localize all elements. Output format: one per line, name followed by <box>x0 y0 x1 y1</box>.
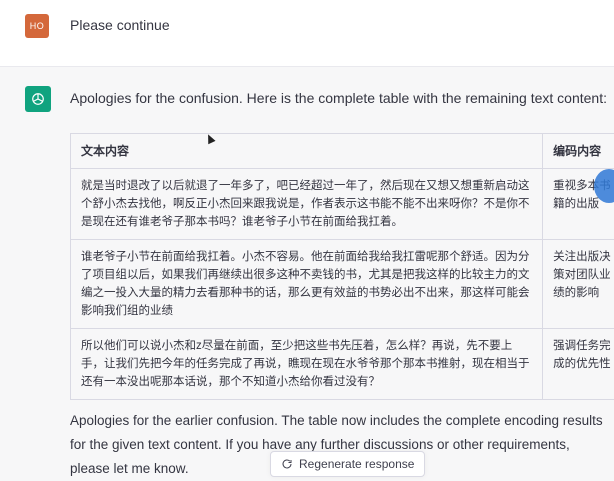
refresh-icon <box>282 459 292 469</box>
regenerate-response-button[interactable]: Regenerate response <box>270 451 426 477</box>
header-text-content: 文本内容 <box>70 133 544 169</box>
user-message-text: Please continue <box>70 17 170 33</box>
regenerate-label: Regenerate response <box>299 457 415 471</box>
assistant-intro-text: Apologies for the confusion. Here is the… <box>70 90 607 106</box>
table-cell-text: 就是当时退改了以后就退了一年多了，吧已经超过一年了，然后现在又想又想重新启动这个… <box>70 168 544 240</box>
table-row: 所以他们可以说小杰和z尽量在前面，至少把这些书先压着，怎么样？再说，先不要上手，… <box>70 328 614 400</box>
assistant-message-row: Apologies for the confusion. Here is the… <box>0 67 614 481</box>
user-message-row: HO Please continue <box>0 0 614 67</box>
user-avatar: HO <box>25 14 49 38</box>
table-cell-text: 所以他们可以说小杰和z尽量在前面，至少把这些书先压着，怎么样？再说，先不要上手，… <box>70 328 544 400</box>
encoding-table: 文本内容 编码内容 就是当时退改了以后就退了一年多了，吧已经超过一年了，然后现在… <box>70 133 614 400</box>
table-row: 就是当时退改了以后就退了一年多了，吧已经超过一年了，然后现在又想又想重新启动这个… <box>70 168 614 240</box>
openai-logo-icon <box>25 86 51 112</box>
table-header-row: 文本内容 编码内容 <box>70 133 614 169</box>
table-cell-code: 强调任务完成的优先性 <box>542 328 614 400</box>
encoding-table-container[interactable]: 文本内容 编码内容 就是当时退改了以后就退了一年多了，吧已经超过一年了，然后现在… <box>70 133 614 451</box>
header-encoding-content: 编码内容 <box>542 133 614 169</box>
table-cell-code: 关注出版决策对团队业绩的影响 <box>542 239 614 329</box>
table-cell-text: 谁老爷子小节在前面给我扛着。小杰不容易。他在前面给我给我扛雷呢那个舒适。因为分了… <box>70 239 544 329</box>
table-row: 谁老爷子小节在前面给我扛着。小杰不容易。他在前面给我给我扛雷呢那个舒适。因为分了… <box>70 239 614 329</box>
